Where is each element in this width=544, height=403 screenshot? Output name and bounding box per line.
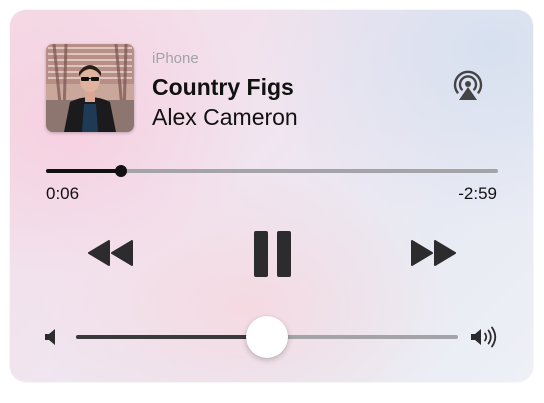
elapsed-time: 0:06	[46, 184, 80, 203]
volume-low-icon	[44, 328, 60, 346]
playback-scrubber-knob[interactable]	[115, 165, 128, 177]
volume-high-icon	[470, 326, 500, 348]
track-artist[interactable]: Alex Cameron	[152, 104, 298, 131]
rewind-button[interactable]	[87, 238, 135, 268]
album-artwork-image	[46, 44, 134, 132]
volume-slider-knob[interactable]	[246, 316, 288, 358]
album-artwork[interactable]	[46, 44, 134, 132]
pause-icon	[254, 231, 291, 277]
playback-scrubber[interactable]	[46, 165, 498, 177]
rewind-icon	[88, 240, 133, 266]
airplay-button[interactable]	[451, 69, 485, 103]
remaining-time: -2:59	[458, 184, 497, 203]
airplay-icon	[453, 70, 483, 100]
fast-forward-icon	[411, 240, 456, 266]
playback-progress-fill	[46, 169, 122, 173]
pause-button[interactable]	[252, 230, 294, 278]
track-title: Country Figs	[152, 74, 294, 100]
output-device-label: iPhone	[152, 50, 199, 67]
volume-level-fill	[76, 335, 267, 339]
now-playing-card: iPhone Country Figs Alex Cameron 0:06 -2…	[10, 10, 533, 382]
fast-forward-button[interactable]	[409, 238, 457, 268]
volume-slider[interactable]	[76, 316, 458, 358]
